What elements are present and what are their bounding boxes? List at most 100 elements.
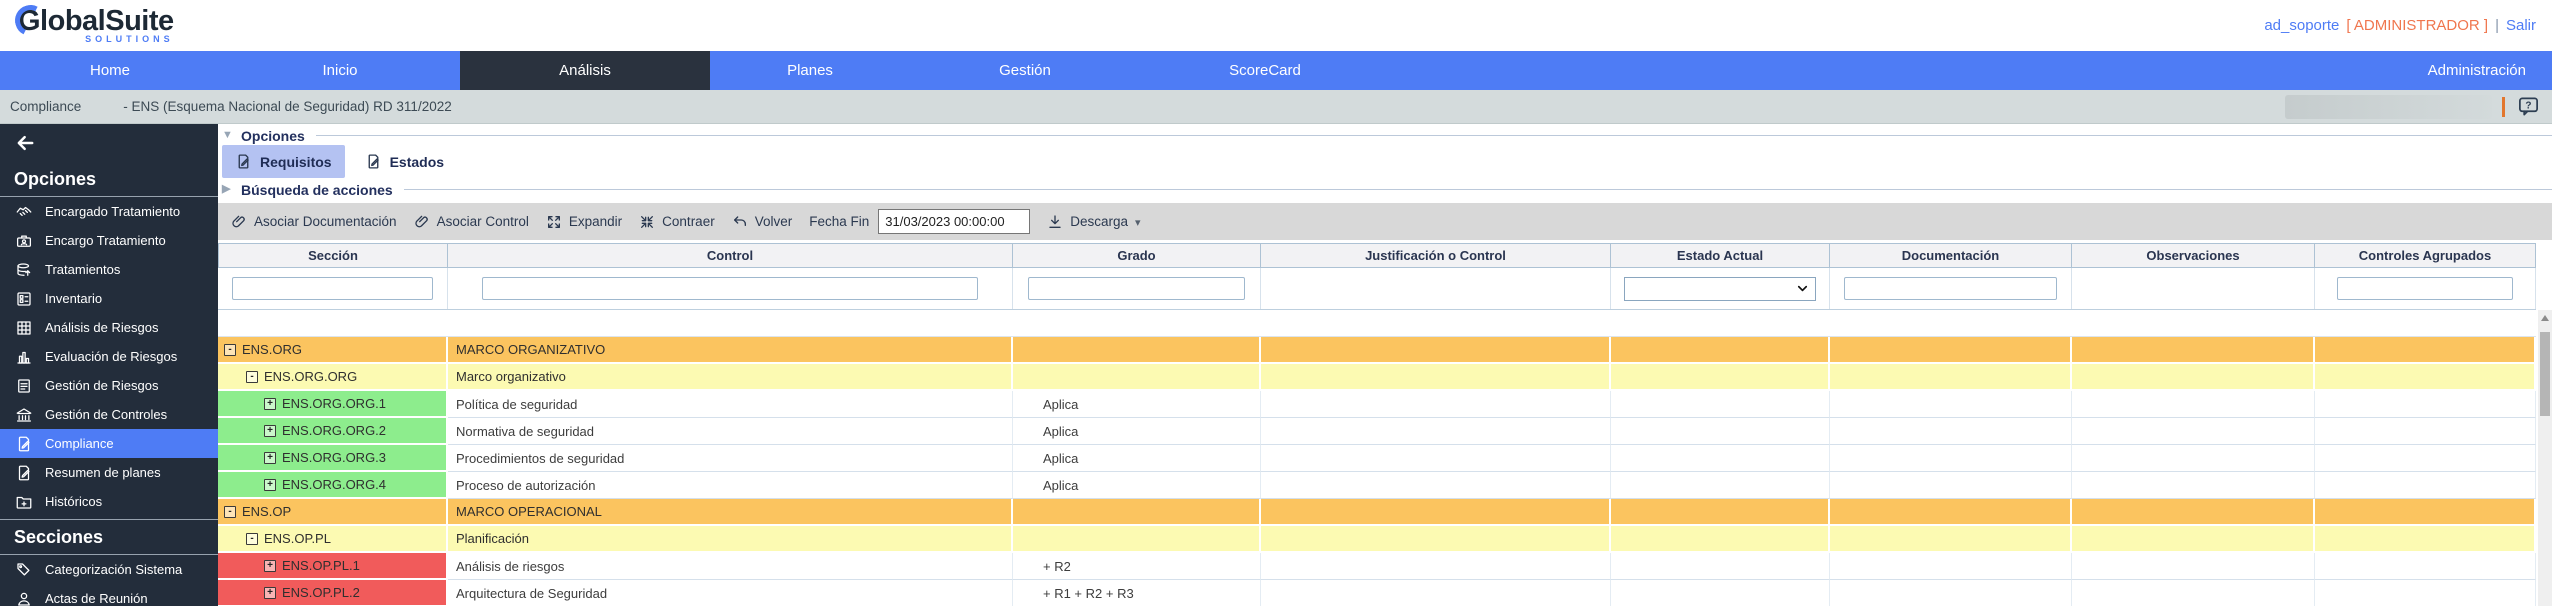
download-icon — [1047, 214, 1063, 230]
tab-estados[interactable]: Estados — [352, 145, 457, 178]
filter-input-documentaci-n[interactable] — [1844, 277, 2057, 300]
grado-cell — [1013, 337, 1261, 364]
scrollbar-thumb[interactable] — [2540, 332, 2550, 416]
filter-input-grado[interactable] — [1027, 277, 1246, 300]
filter-select-estado-actual[interactable] — [1624, 276, 1816, 301]
expand-toggle-icon[interactable]: + — [264, 397, 276, 410]
expand-toggle-icon[interactable]: + — [264, 451, 276, 464]
sidebar-item-gesti-n-de-riesgos[interactable]: Gestión de Riesgos — [0, 371, 218, 400]
collapse-toggle-icon[interactable]: - — [246, 532, 258, 545]
sidebar-section-title: Opciones — [0, 162, 218, 197]
expand-toggle-icon[interactable]: + — [264, 586, 276, 599]
expand-toggle-icon[interactable]: + — [264, 478, 276, 491]
table-row-ens-org-org-1: + ENS.ORG.ORG.1 Política de seguridad Aplic… — [218, 391, 2536, 418]
sidebar-item-label: Análisis de Riesgos — [45, 320, 159, 335]
expandir-button[interactable]: Expandir — [546, 214, 622, 230]
sidebar-item-tratamientos[interactable]: Tratamientos — [0, 255, 218, 284]
back-button[interactable] — [0, 124, 44, 162]
fecha-fin-group: Fecha Fin — [809, 209, 1031, 234]
logout-link[interactable]: Salir — [2506, 17, 2536, 34]
sidebar-item-hist-ricos[interactable]: Históricos — [0, 487, 218, 516]
document-edit-icon — [365, 153, 382, 170]
table-row-ens-op-pl-1: + ENS.OP.PL.1 Análisis de riesgos + R2 — [218, 553, 2536, 580]
column-header-documentaci-n: Documentación — [1830, 243, 2072, 268]
breadcrumb-title: - ENS (Esquema Nacional de Seguridad) RD… — [123, 99, 452, 114]
breadcrumb: Compliance - ENS (Esquema Nacional de Se… — [0, 90, 2552, 124]
sidebar-item-actas-de-reuni-n[interactable]: Actas de Reunión — [0, 584, 218, 606]
table-row-ens-op-pl-2: + ENS.OP.PL.2 Arquitectura de Seguridad + R… — [218, 580, 2536, 606]
seccion-cell: + ENS.ORG.ORG.1 — [218, 391, 448, 418]
expand-triangle-icon[interactable] — [222, 184, 234, 195]
help-icon[interactable]: ? — [2515, 95, 2542, 118]
nav-tab-planes[interactable]: Planes — [710, 51, 910, 90]
sidebar-item-label: Evaluación de Riesgos — [45, 349, 178, 364]
asociar-control-button[interactable]: Asociar Control — [414, 214, 529, 230]
estado-actual-cell — [1611, 580, 1830, 606]
sidebar-item-resumen-de-planes[interactable]: Resumen de planes — [0, 458, 218, 487]
document-edit-icon — [13, 464, 34, 482]
toolbar-search-box[interactable] — [2285, 94, 2492, 119]
sidebar-item-inventario[interactable]: Inventario — [0, 284, 218, 313]
contraer-button[interactable]: Contraer — [639, 214, 715, 230]
filter-input-secci-n[interactable] — [231, 277, 434, 300]
controles-agrupados-cell — [2315, 364, 2536, 391]
column-header-observaciones: Observaciones — [2072, 243, 2315, 268]
nav-tab-inicio[interactable]: Inicio — [220, 51, 460, 90]
fecha-fin-input[interactable] — [878, 209, 1031, 234]
filter-cell-secci-n — [218, 268, 448, 309]
tab-requisitos[interactable]: Requisitos — [222, 145, 345, 178]
asociar-documentaci-n-button[interactable]: Asociar Documentación — [231, 214, 397, 230]
filter-cell-control — [448, 268, 1013, 309]
filter-cell-controles-agrupados — [2315, 268, 2536, 309]
justificacion-cell — [1261, 499, 1611, 526]
expand-toggle-icon[interactable]: + — [264, 559, 276, 572]
button-label: Asociar Control — [436, 214, 529, 229]
sidebar-item-evaluaci-n-de-riesgos[interactable]: Evaluación de Riesgos — [0, 342, 218, 371]
sidebar-item-encargado-tratamiento[interactable]: Encargado Tratamiento — [0, 197, 218, 226]
estado-actual-cell — [1611, 499, 1830, 526]
handshake-icon — [13, 203, 34, 221]
control-cell: Procedimientos de seguridad — [448, 445, 1013, 472]
collapse-toggle-icon[interactable]: - — [224, 505, 236, 518]
filter-input-controles-agrupados[interactable] — [2337, 277, 2513, 300]
estado-actual-cell — [1611, 364, 1830, 391]
sidebar-item-compliance[interactable]: Compliance — [0, 429, 218, 458]
nav-tab-administracion[interactable]: Administración — [2402, 51, 2552, 90]
bar-chart-icon — [13, 348, 34, 366]
opciones-panel-header: Opciones — [222, 128, 2552, 144]
seccion-code: ENS.OP — [242, 504, 292, 519]
scroll-up-button[interactable] — [2538, 310, 2552, 326]
table-row-ens-org: - ENS.ORG MARCO ORGANIZATIVO — [218, 337, 2536, 364]
estado-actual-cell — [1611, 337, 1830, 364]
estado-actual-cell — [1611, 553, 1830, 580]
seccion-code: ENS.ORG.ORG.4 — [282, 477, 387, 492]
sidebar-item-encargo-tratamiento[interactable]: Encargo Tratamiento — [0, 226, 218, 255]
filter-input-control[interactable] — [481, 277, 979, 300]
volver-button[interactable]: Volver — [732, 214, 792, 230]
separator: | — [2495, 17, 2499, 34]
seccion-cell: - ENS.OP — [218, 499, 448, 526]
document-edit-icon — [13, 435, 34, 453]
nav-tab-gesti-n[interactable]: Gestión — [910, 51, 1140, 90]
justificacion-cell — [1261, 526, 1611, 553]
expand-toggle-icon[interactable]: + — [264, 424, 276, 437]
nav-tab-home[interactable]: Home — [0, 51, 220, 90]
seccion-cell: + ENS.ORG.ORG.3 — [218, 445, 448, 472]
collapse-toggle-icon[interactable]: - — [246, 370, 258, 383]
button-label: Contraer — [662, 214, 715, 229]
sidebar-item-gesti-n-de-controles[interactable]: Gestión de Controles — [0, 400, 218, 429]
nav-tab-scorecard[interactable]: ScoreCard — [1140, 51, 1390, 90]
sidebar-section-secciones: Secciones Categorización Sistema Actas de … — [0, 519, 218, 606]
collapse-toggle-icon[interactable]: - — [224, 343, 236, 356]
vertical-scrollbar[interactable] — [2538, 310, 2552, 606]
collapse-triangle-icon[interactable] — [222, 130, 234, 141]
nav-tab-an-lisis[interactable]: Análisis — [460, 51, 710, 90]
descarga-button[interactable]: Descarga — [1047, 214, 1140, 230]
sidebar-item-label: Gestión de Controles — [45, 407, 168, 422]
observaciones-cell — [2072, 391, 2315, 418]
sidebar-item-an-lisis-de-riesgos[interactable]: Análisis de Riesgos — [0, 313, 218, 342]
undo-icon — [732, 214, 748, 230]
divider-rule — [403, 189, 2552, 190]
sidebar-item-categorizaci-n-sistema[interactable]: Categorización Sistema — [0, 555, 218, 584]
filter-cell-justificaci-n-o-control — [1261, 268, 1611, 309]
